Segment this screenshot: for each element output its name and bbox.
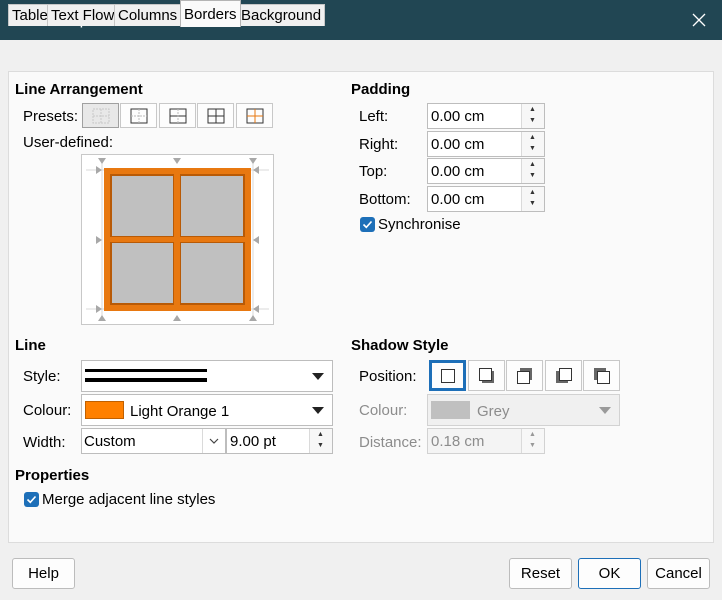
shadow-bottom-left-icon [555,367,572,383]
padding-title: Padding [351,81,411,98]
padding-left-value: 0.00 cm [431,108,485,125]
line-width-value: 9.00 pt [230,433,276,450]
border-preview[interactable] [81,154,274,325]
synchronise-checkbox[interactable] [360,217,375,232]
line-title: Line [15,337,46,354]
padding-top-field[interactable]: 0.00 cm ▲ ▼ [427,158,545,184]
padding-top-value: 0.00 cm [431,163,485,180]
shadow-colour-select[interactable]: Grey [427,394,620,426]
line-width-spinner[interactable]: ▲ ▼ [309,429,332,453]
padding-left-label-text: Left: [359,108,389,125]
padding-bottom-label: Bottom: [359,191,411,208]
preset-none-button[interactable] [82,103,119,128]
line-style-select[interactable] [81,360,333,392]
border-outer-icon [130,108,147,123]
tab-text-flow[interactable]: Text Flow [47,4,119,26]
padding-bottom-spinner[interactable]: ▲ ▼ [521,187,544,211]
preset-outer-keep-inner-button[interactable] [236,103,273,128]
help-button[interactable]: Help [12,558,75,589]
padding-bottom-field[interactable]: 0.00 cm ▲ ▼ [427,186,545,212]
colour-swatch [85,401,124,419]
merge-line-styles-checkbox[interactable] [24,492,39,507]
tab-background[interactable]: Background [237,4,326,26]
line-width-label: Width: [23,434,66,451]
line-colour-select[interactable]: Light Orange 1 [81,394,333,426]
shadow-distance-label: Distance: [359,434,422,451]
checkmark-icon [26,495,37,504]
shadow-distance-field[interactable]: 0.18 cm ▲ ▼ [427,428,545,454]
line-arrangement-title: Line Arrangement [15,81,143,98]
shadow-none-icon [440,368,455,383]
chevron-down-icon [209,438,219,444]
border-preview-diagram[interactable] [82,155,273,324]
shadow-position-label: Position: [359,368,417,385]
checkmark-icon [362,220,373,229]
line-style-preview [85,369,207,382]
preset-outer-horizontal-button[interactable] [159,103,196,128]
padding-top-label: Top: [359,163,388,180]
shadow-distance-value: 0.18 cm [431,433,485,450]
shadow-top-left-button[interactable] [583,360,620,391]
shadow-distance-spinner[interactable]: ▲ ▼ [521,429,544,453]
close-button[interactable] [676,0,722,40]
tab-table[interactable]: Table [8,4,52,26]
border-outer-inner-icon [246,108,263,123]
padding-bottom-value: 0.00 cm [431,191,485,208]
shadow-bottom-right-button[interactable] [468,360,505,391]
shadow-colour-swatch [431,401,470,419]
chevron-down-icon [312,407,324,414]
chevron-down-icon [312,373,324,380]
properties-title: Properties [15,467,90,484]
border-none-icon [92,108,109,123]
padding-right-value: 0.00 cm [431,136,485,153]
line-colour-label: Colour: [23,402,72,419]
chevron-down-icon [599,407,611,414]
close-icon [692,13,706,27]
shadow-bottom-right-icon [478,367,494,383]
padding-left-label: Left: [359,108,388,125]
shadow-top-right-button[interactable] [506,360,543,391]
shadow-style-title: Shadow Style [351,337,449,354]
shadow-bottom-left-button[interactable] [545,360,582,391]
preset-all-button[interactable] [197,103,234,128]
line-style-label: Style: [23,368,61,385]
synchronise-label[interactable]: Synchronise [378,216,461,233]
user-defined-label: User-defined: [23,134,114,151]
padding-right-spinner[interactable]: ▲ ▼ [521,132,544,156]
cancel-button[interactable]: Cancel [647,558,710,589]
padding-left-spinner[interactable]: ▲ ▼ [521,104,544,128]
reset-button[interactable]: Reset [509,558,572,589]
padding-right-field[interactable]: 0.00 cm ▲ ▼ [427,131,545,157]
shadow-top-right-icon [516,367,532,384]
line-colour-name: Light Orange 1 [130,403,230,420]
tab-columns[interactable]: Columns [114,4,182,26]
presets-label: Presets: [23,108,79,125]
merge-line-styles-label[interactable]: Merge adjacent line styles [42,491,215,508]
line-width-preset-value: Custom [84,433,136,450]
shadow-colour-name: Grey [477,403,510,420]
ok-button[interactable]: OK [578,558,641,589]
padding-right-label: Right: [359,136,399,153]
border-outer-horizontal-icon [169,108,186,123]
line-width-preset-toggle[interactable] [202,429,225,453]
tab-borders[interactable]: Borders [180,0,241,27]
shadow-none-button[interactable] [429,360,466,391]
line-width-preset-select[interactable]: Custom [81,428,226,454]
border-all-icon [207,108,224,123]
line-width-field[interactable]: 9.00 pt ▲ ▼ [226,428,333,454]
shadow-colour-label: Colour: [359,402,408,419]
preset-outer-button[interactable] [120,103,157,128]
padding-top-spinner[interactable]: ▲ ▼ [521,159,544,183]
padding-left-field[interactable]: 0.00 cm ▲ ▼ [427,103,545,129]
shadow-top-left-icon [593,367,610,384]
